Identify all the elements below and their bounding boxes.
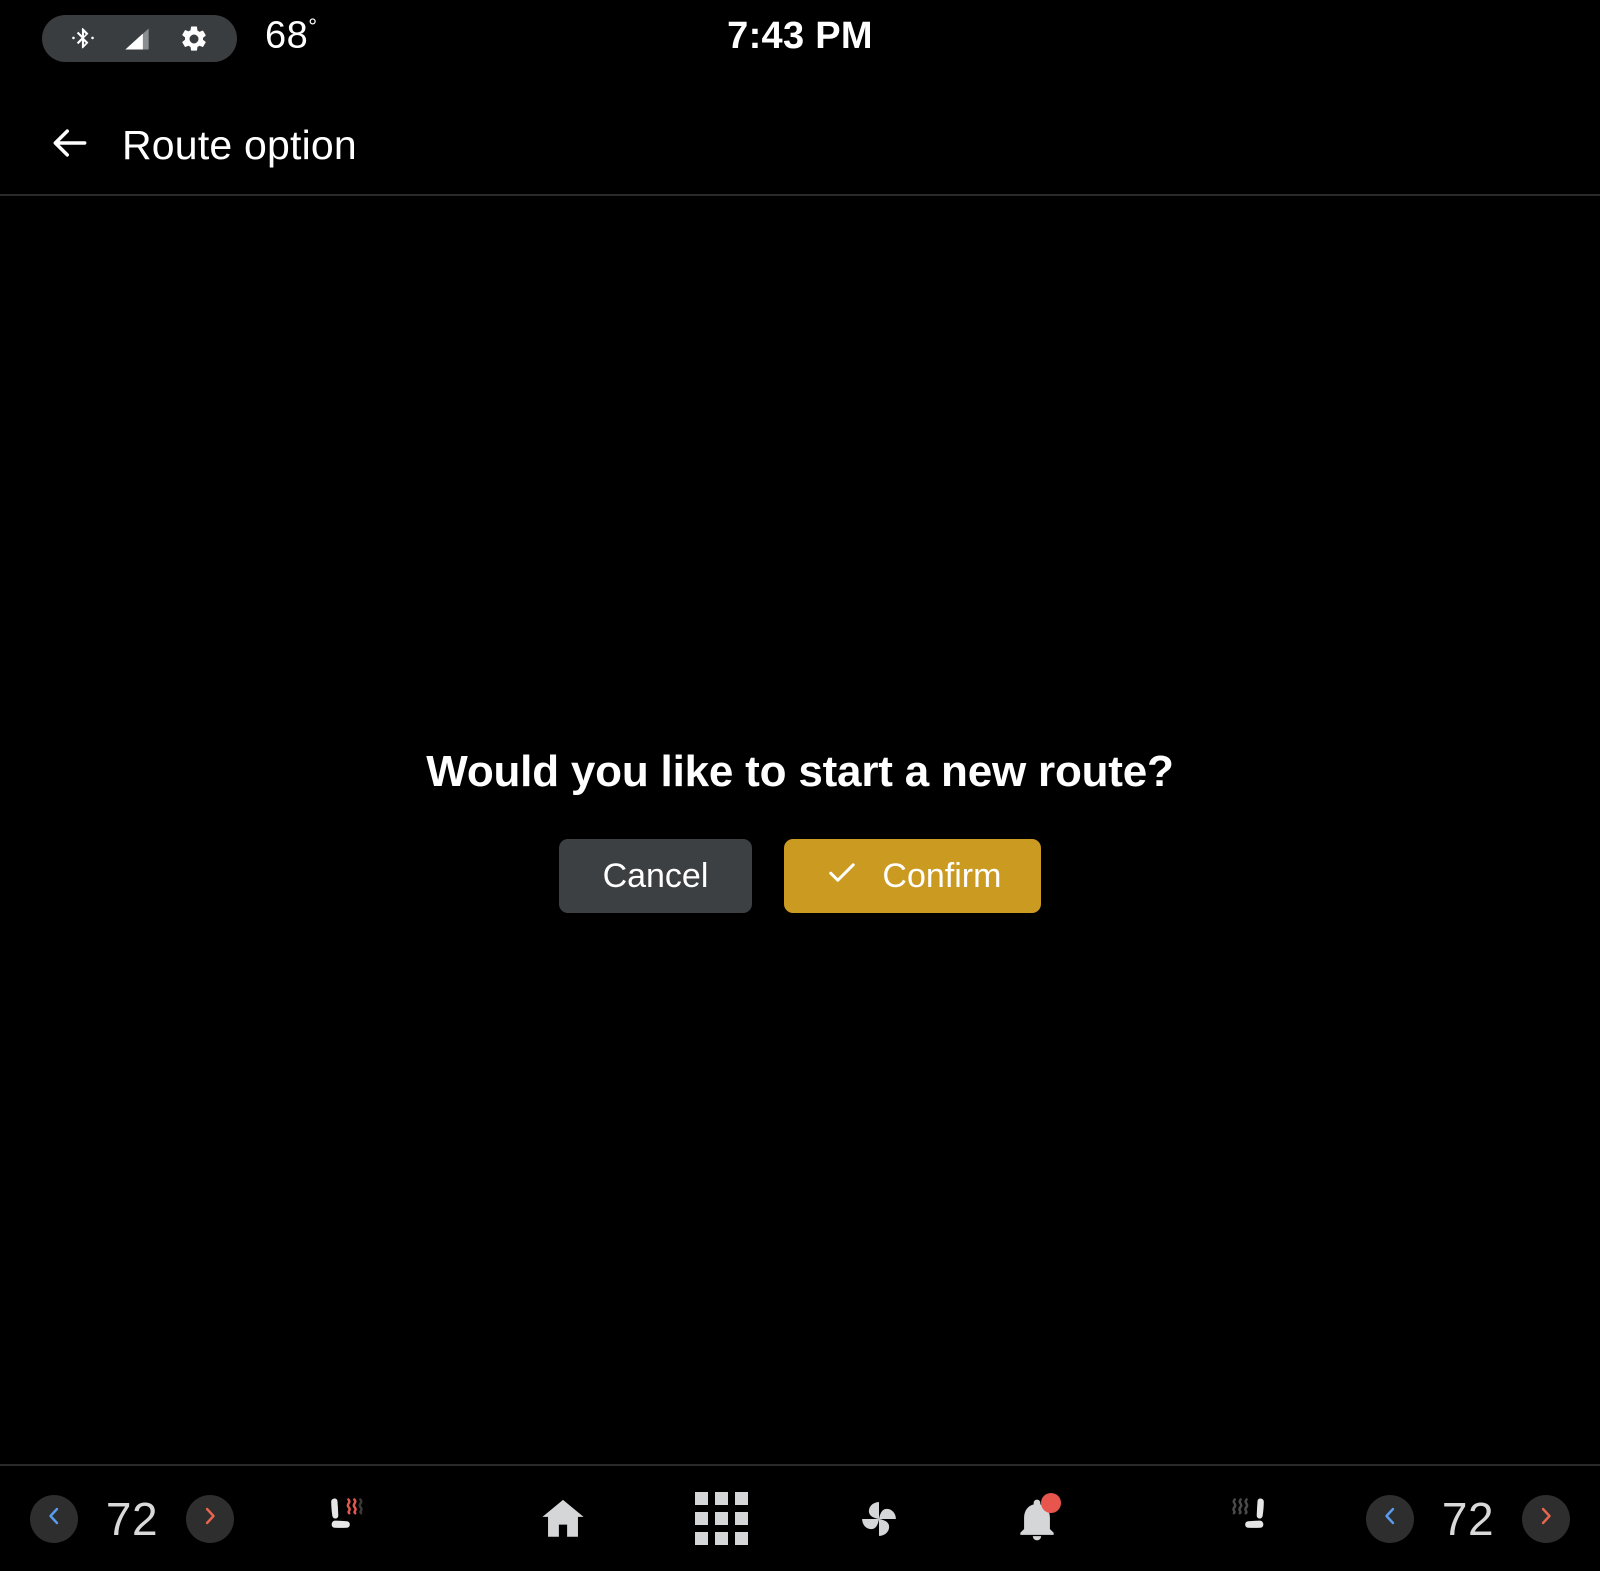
back-button[interactable]	[40, 115, 100, 175]
passenger-climate-control: 72	[1366, 1466, 1570, 1571]
center-nav-icons	[0, 1466, 1600, 1571]
driver-heated-seat-button[interactable]	[300, 1466, 390, 1571]
notification-badge	[1041, 1492, 1061, 1513]
content-area: Would you like to start a new route? Can…	[0, 196, 1600, 1464]
dialog-message: Would you like to start a new route?	[426, 747, 1174, 796]
back-arrow-icon	[48, 121, 92, 170]
driver-temp-increase-button[interactable]	[186, 1494, 234, 1543]
heated-seat-icon	[314, 1485, 376, 1552]
check-icon	[824, 854, 860, 899]
car-infotainment-screen: 68° 7:43 PM Route option Would you like …	[0, 0, 1600, 1571]
driver-temp-decrease-button[interactable]	[30, 1494, 78, 1543]
driver-temp-value: 72	[105, 1492, 159, 1545]
new-route-dialog: Would you like to start a new route? Can…	[0, 196, 1600, 1464]
cancel-button[interactable]: Cancel	[558, 839, 753, 913]
chevron-left-icon	[1378, 1504, 1402, 1533]
chevron-right-icon	[198, 1504, 222, 1533]
dialog-actions: Cancel Confirm	[558, 839, 1042, 913]
fan-icon[interactable]	[839, 1479, 919, 1559]
passenger-temp-value: 72	[1441, 1492, 1495, 1545]
page-title: Route option	[122, 121, 357, 168]
status-bar: 68° 7:43 PM	[0, 0, 1600, 78]
passenger-heated-seat-button[interactable]	[1205, 1466, 1295, 1571]
apps-grid-icon[interactable]	[681, 1479, 761, 1559]
passenger-temp-increase-button[interactable]	[1522, 1494, 1570, 1543]
confirm-button-label: Confirm	[882, 856, 1002, 895]
clock: 7:43 PM	[727, 15, 873, 57]
bell-icon[interactable]	[997, 1479, 1077, 1559]
bottom-navigation-bar: 72 72	[0, 1466, 1600, 1571]
chevron-right-icon	[1534, 1504, 1558, 1533]
confirm-button[interactable]: Confirm	[784, 839, 1042, 913]
passenger-temp-decrease-button[interactable]	[1366, 1494, 1414, 1543]
chevron-left-icon	[42, 1504, 66, 1533]
heated-seat-icon	[1219, 1485, 1281, 1552]
driver-climate-control: 72	[30, 1466, 234, 1571]
title-bar: Route option	[0, 95, 1600, 195]
cancel-button-label: Cancel	[602, 856, 709, 895]
home-icon[interactable]	[523, 1479, 603, 1559]
